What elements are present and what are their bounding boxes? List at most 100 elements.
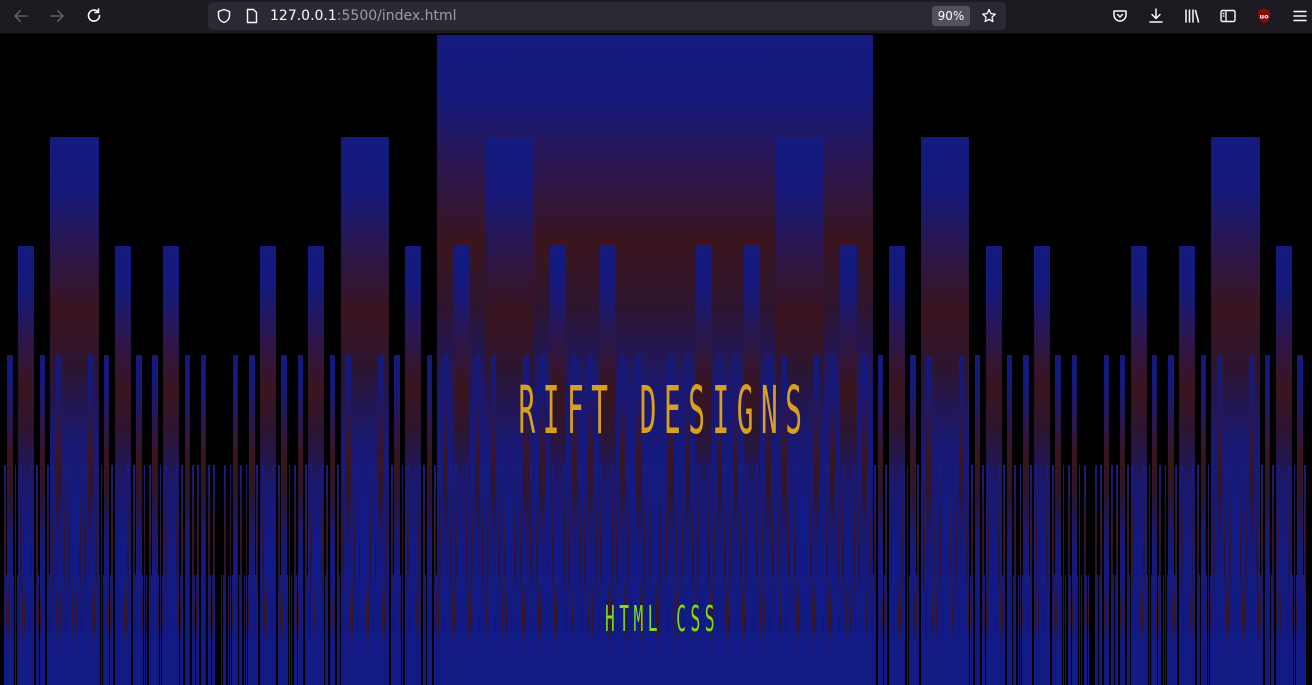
pattern-bar (1007, 575, 1009, 685)
pattern-bar (927, 575, 928, 685)
pattern-bar (1303, 575, 1304, 685)
pattern-bar (108, 575, 109, 685)
pattern-bar (1002, 575, 1003, 685)
library-button[interactable] (1179, 4, 1205, 28)
pattern-bar (812, 575, 813, 685)
pattern-bar (549, 575, 550, 685)
downloads-button[interactable] (1143, 4, 1169, 28)
back-button[interactable] (8, 4, 34, 28)
browser-toolbar: 127.0.0.1:5500/index.html 90% uo (0, 0, 1312, 34)
pattern-bar (1177, 575, 1179, 685)
pattern-bar (34, 575, 36, 685)
pattern-bar (1183, 575, 1184, 685)
pattern-bar (185, 575, 186, 685)
pattern-bar (22, 575, 23, 685)
reload-button[interactable] (81, 4, 107, 28)
pattern-bar (765, 575, 767, 685)
pattern-bar (726, 575, 727, 685)
pattern-bar (153, 575, 154, 685)
pattern-bar (1301, 575, 1303, 685)
pattern-bar (351, 575, 353, 685)
pattern-bar (1254, 575, 1256, 685)
pattern-bar (120, 575, 122, 685)
pattern-bar (1242, 575, 1243, 685)
pattern-bar (196, 575, 197, 685)
pattern-bar (131, 575, 133, 685)
download-icon (1149, 8, 1163, 23)
pattern-bar (255, 575, 256, 685)
pattern-bar (470, 575, 471, 685)
pattern-bar (2, 575, 4, 685)
address-bar[interactable]: 127.0.0.1:5500/index.html 90% (208, 2, 1006, 30)
pattern-bar (941, 575, 942, 685)
pattern-bar (1066, 575, 1068, 685)
pattern-bar (1269, 575, 1270, 685)
pattern-bar (1238, 575, 1240, 685)
pattern-bar (430, 575, 432, 685)
ublock-extension-button[interactable]: uo (1251, 4, 1277, 28)
pattern-bar (400, 575, 401, 685)
arrow-left-icon (14, 10, 28, 22)
pattern-bar (1179, 575, 1181, 685)
pattern-bar (248, 575, 249, 685)
pattern-bar (763, 575, 765, 685)
pattern-bar (307, 575, 308, 685)
pattern-bar (190, 575, 192, 685)
pattern-bar (1190, 575, 1191, 685)
pattern-bar (866, 575, 867, 685)
pattern-bar (158, 575, 160, 685)
pattern-bar (1247, 575, 1249, 685)
pattern-bar (871, 575, 873, 685)
pattern-bar (147, 575, 149, 685)
pattern-bar (437, 575, 439, 685)
pattern-bar (894, 575, 896, 685)
url-text[interactable]: 127.0.0.1:5500/index.html (270, 7, 457, 25)
pattern-bar (722, 575, 724, 685)
pattern-bar (1285, 575, 1286, 685)
pattern-bar (991, 575, 993, 685)
pattern-bar (1029, 575, 1030, 685)
pattern-bar (1107, 575, 1109, 685)
pattern-bar (179, 575, 181, 685)
page-icon[interactable] (243, 7, 261, 25)
pattern-bar (201, 575, 203, 685)
pattern-bar (1005, 575, 1007, 685)
pattern-bar (776, 575, 778, 685)
pattern-bar (1077, 575, 1079, 685)
pattern-bar (900, 575, 901, 685)
site-title: RIFT DESIGNS (518, 371, 810, 449)
pattern-bar (803, 575, 804, 685)
pattern-bar (421, 575, 423, 685)
pattern-bar (1043, 575, 1045, 685)
pattern-bar (995, 575, 996, 685)
pattern-bar (249, 575, 251, 685)
pattern-bar (217, 575, 219, 685)
pattern-bar (1276, 575, 1277, 685)
pattern-bar (801, 575, 803, 685)
pattern-bar (1027, 575, 1028, 685)
pattern-bar (1098, 575, 1100, 685)
pattern-bar (110, 575, 111, 685)
pattern-bar (1174, 575, 1175, 685)
pattern-bar (54, 575, 56, 685)
pattern-bar (984, 575, 985, 685)
pattern-bar (1104, 575, 1105, 685)
sidebar-button[interactable] (1215, 4, 1241, 28)
pattern-bar (334, 575, 335, 685)
pattern-bar (1297, 575, 1299, 685)
pattern-bar (136, 575, 138, 685)
pattern-bar (119, 575, 120, 685)
pattern-bar (502, 575, 504, 685)
zoom-level-badge[interactable]: 90% (932, 6, 970, 26)
pattern-bar (1141, 575, 1143, 685)
forward-button[interactable] (44, 4, 70, 28)
pocket-button[interactable] (1107, 4, 1133, 28)
menu-button[interactable] (1287, 4, 1312, 28)
shield-icon[interactable] (215, 7, 233, 25)
pattern-bar (1038, 575, 1039, 685)
pattern-bar (65, 575, 66, 685)
pattern-bar (387, 575, 389, 685)
pattern-bar (1195, 575, 1197, 685)
star-icon[interactable] (980, 7, 998, 25)
pattern-bar (427, 575, 428, 685)
